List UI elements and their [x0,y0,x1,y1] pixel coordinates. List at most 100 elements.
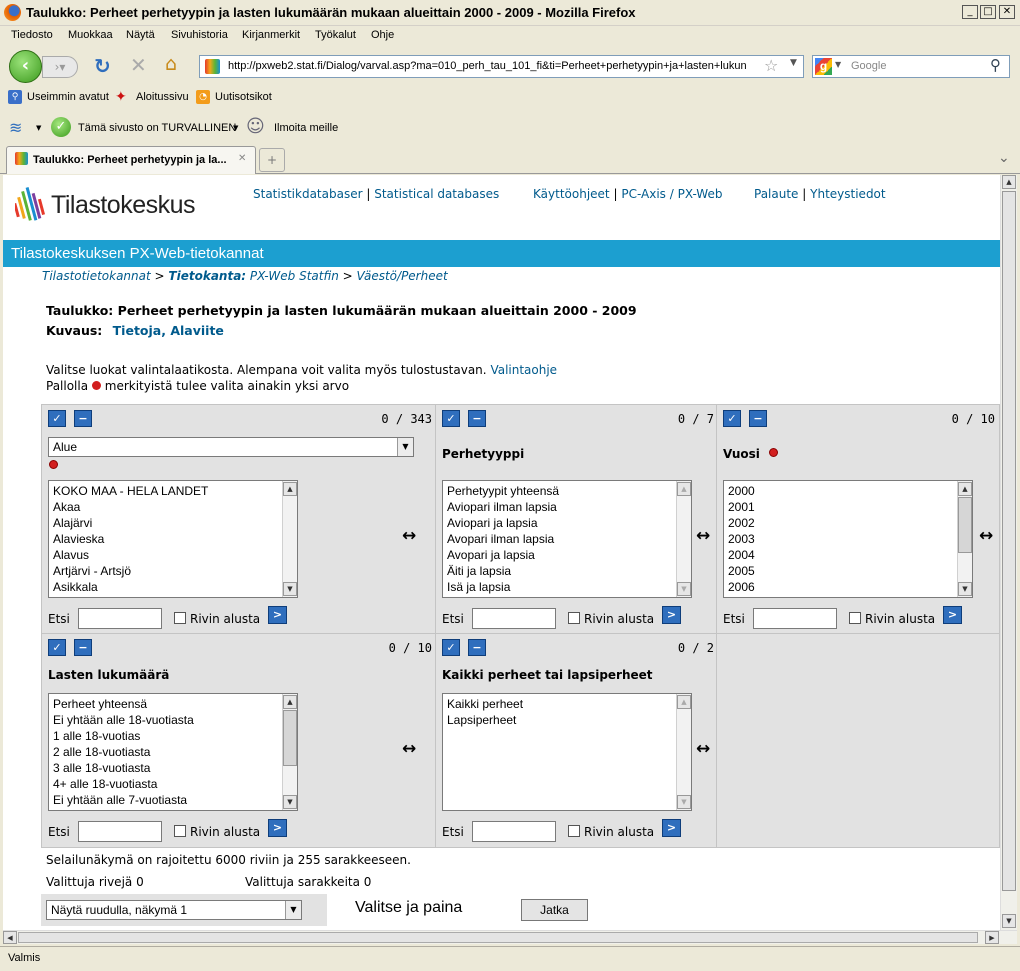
scroll-up-icon[interactable]: ▲ [283,482,297,496]
link-pc-axis[interactable]: PC-Axis / PX-Web [621,187,722,201]
breadcrumb-tilastotietokannat[interactable]: Tilastotietokannat [42,269,151,283]
link-kayttoohjeet[interactable]: Käyttöohjeet [533,187,610,201]
rivin-alusta-checkbox[interactable] [174,825,186,837]
select-all-button[interactable]: ✓ [442,639,460,656]
list-item[interactable]: 2000 [728,483,968,499]
search-icon[interactable]: ⚲ [990,56,1001,74]
scroll-down-icon[interactable]: ▼ [1002,914,1016,928]
listbox-scrollbar[interactable] [676,694,691,810]
list-item[interactable]: Kaikki perheet [447,696,687,712]
menu-tiedosto[interactable]: Tiedosto [11,29,53,41]
link-alaviite[interactable]: Alaviite [170,323,224,338]
pivot-arrows-icon[interactable]: ↔ [402,739,416,759]
scroll-up-icon[interactable]: ▲ [1002,175,1016,189]
maximize-button[interactable]: □ [980,5,996,19]
back-button[interactable]: ‹ [9,50,42,83]
rivin-alusta-checkbox[interactable] [568,825,580,837]
pivot-arrows-icon[interactable]: ↔ [696,526,710,546]
menu-ohje[interactable]: Ohje [371,29,394,41]
scroll-up-icon[interactable]: ▲ [677,482,691,496]
google-icon[interactable]: g [815,58,832,75]
list-item[interactable]: 4+ alle 18-vuotiasta [53,776,293,792]
deselect-all-button[interactable]: − [74,410,92,427]
etsi-input[interactable] [472,608,556,629]
list-item[interactable]: Alavus [53,547,293,563]
link-palaute[interactable]: Palaute [754,187,798,201]
stop-icon[interactable]: ✕ [130,53,147,77]
scroll-thumb[interactable] [283,710,297,766]
list-item[interactable]: Perheet yhteensä [53,696,293,712]
view-select[interactable]: Näytä ruudulla, näkymä 1 [46,900,302,920]
list-item[interactable]: Lapsiperheet [447,712,687,728]
link-statistical-databases[interactable]: Statistical databases [374,187,499,201]
lasten-listbox[interactable]: Perheet yhteensä Ei yhtään alle 18-vuoti… [48,693,298,811]
safe-dropdown-icon[interactable]: ▼ [233,124,238,132]
scroll-right-icon[interactable]: ▶ [985,931,999,944]
rivin-alusta-checkbox[interactable] [174,612,186,624]
list-item[interactable]: Aviopari ja lapsia [447,515,687,531]
deselect-all-button[interactable]: − [468,639,486,656]
list-item[interactable]: 2003 [728,531,968,547]
reload-icon[interactable]: ↻ [94,54,111,78]
list-item[interactable]: Akaa [53,499,293,515]
url-bar[interactable]: http://pxweb2.stat.fi/Dialog/varval.asp?… [199,55,804,78]
tab-close-icon[interactable]: ✕ [238,153,246,164]
list-item[interactable]: Perhetyypit yhteensä [447,483,687,499]
deselect-all-button[interactable]: − [74,639,92,656]
menu-sivuhistoria[interactable]: Sivuhistoria [171,29,228,41]
listbox-scrollbar[interactable] [282,481,297,597]
bookmark-useimmin[interactable]: Useimmin avatut [27,91,109,103]
scroll-down-icon[interactable]: ▼ [283,795,297,809]
search-go-button[interactable]: > [662,606,681,624]
link-statistikdatabaser[interactable]: Statistikdatabaser [253,187,363,201]
list-item[interactable]: Isä ja lapsia [447,579,687,595]
etsi-input[interactable] [78,821,162,842]
scroll-down-icon[interactable]: ▼ [677,582,691,596]
scroll-up-icon[interactable]: ▲ [283,695,297,709]
select-all-button[interactable]: ✓ [48,410,66,427]
bookmark-star-icon[interactable]: ☆ [764,56,778,75]
etsi-input[interactable] [78,608,162,629]
list-item[interactable]: 2 alle 18-vuotiasta [53,744,293,760]
scroll-up-icon[interactable]: ▲ [677,695,691,709]
bookmark-uutisotsikot[interactable]: Uutisotsikot [215,91,272,103]
menu-kirjanmerkit[interactable]: Kirjanmerkit [242,29,300,41]
scroll-up-icon[interactable]: ▲ [958,482,972,496]
page-horizontal-scrollbar[interactable]: ◀ ▶ [3,930,1017,944]
list-item[interactable]: Asikkala [53,579,293,595]
tab-list-icon[interactable]: ⌄ [998,150,1010,166]
scroll-thumb[interactable] [1002,191,1016,891]
list-item[interactable]: Ei yhtään alle 18-vuotiasta [53,712,293,728]
breadcrumb-vaesto[interactable]: Väestö/Perheet [357,269,448,283]
link-tietoja[interactable]: Tietoja [113,323,162,338]
chevron-down-icon[interactable]: ▼ [397,438,413,456]
rivin-alusta-checkbox[interactable] [849,612,861,624]
search-engine-dropdown-icon[interactable]: ▼ [835,60,841,69]
list-item[interactable]: Aviopari ilman lapsia [447,499,687,515]
vuosi-listbox[interactable]: 2000 2001 2002 2003 2004 2005 2006 [723,480,973,598]
jatka-button[interactable]: Jatka [521,899,588,921]
perhetyyppi-listbox[interactable]: Perhetyypit yhteensä Aviopari ilman laps… [442,480,692,598]
search-go-button[interactable]: > [662,819,681,837]
page-vertical-scrollbar[interactable]: ▲ ▼ [1000,175,1017,930]
list-item[interactable]: Artjärvi - Artsjö [53,563,293,579]
list-item[interactable]: 2006 [728,579,968,595]
search-go-button[interactable]: > [268,606,287,624]
link-valintaohje[interactable]: Valintaohje [490,363,557,377]
menu-tyokalut[interactable]: Työkalut [315,29,356,41]
pivot-arrows-icon[interactable]: ↔ [696,739,710,759]
deselect-all-button[interactable]: − [749,410,767,427]
scroll-down-icon[interactable]: ▼ [958,582,972,596]
menu-nayta[interactable]: Näytä [126,29,155,41]
list-item[interactable]: 2004 [728,547,968,563]
alue-listbox[interactable]: KOKO MAA - HELA LANDET Akaa Alajärvi Ala… [48,480,298,598]
pivot-arrows-icon[interactable]: ↔ [979,526,993,546]
bookmark-aloitussivu[interactable]: Aloitussivu [136,91,189,103]
report-link[interactable]: Ilmoita meille [274,122,338,134]
pivot-arrows-icon[interactable]: ↔ [402,526,416,546]
list-item[interactable]: Ei yhtään alle 7-vuotiasta [53,792,293,808]
search-go-button[interactable]: > [943,606,962,624]
list-item[interactable]: 1 alle 18-vuotias [53,728,293,744]
rivin-alusta-checkbox[interactable] [568,612,580,624]
alue-select[interactable]: Alue [48,437,414,457]
